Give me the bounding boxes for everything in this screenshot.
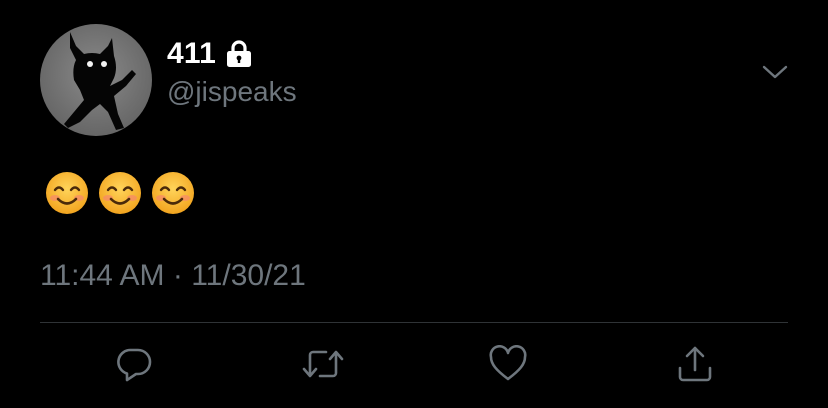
tweet-timestamp[interactable]: 11:44 AM · 11/30/21 — [40, 259, 306, 293]
tweet-date: 11/30/21 — [191, 259, 306, 292]
chevron-down-icon[interactable] — [762, 64, 788, 80]
lock-icon — [226, 40, 252, 68]
retweet-button[interactable] — [301, 344, 345, 388]
reply-button[interactable] — [112, 344, 156, 388]
display-name-row: 411 — [167, 36, 252, 72]
like-button[interactable] — [486, 344, 530, 388]
tweet-card: 411 @jispeaks 11:44 AM · 11/30/21 — [0, 0, 828, 408]
black-cat-image — [64, 32, 136, 130]
action-bar — [0, 344, 828, 392]
share-icon — [676, 344, 714, 389]
smiling-face-emoji — [44, 170, 90, 216]
tweet-text — [44, 170, 203, 216]
retweet-icon — [302, 345, 344, 388]
avatar[interactable] — [40, 24, 152, 136]
divider — [40, 322, 788, 323]
smiling-face-emoji — [150, 170, 196, 216]
display-name[interactable]: 411 — [167, 37, 216, 71]
user-handle[interactable]: @jispeaks — [167, 76, 297, 108]
meta-separator: · — [172, 259, 183, 292]
tweet-time: 11:44 AM — [40, 259, 165, 292]
heart-icon — [488, 344, 528, 388]
smiling-face-emoji — [97, 170, 143, 216]
share-button[interactable] — [673, 344, 717, 388]
reply-icon — [115, 345, 153, 388]
